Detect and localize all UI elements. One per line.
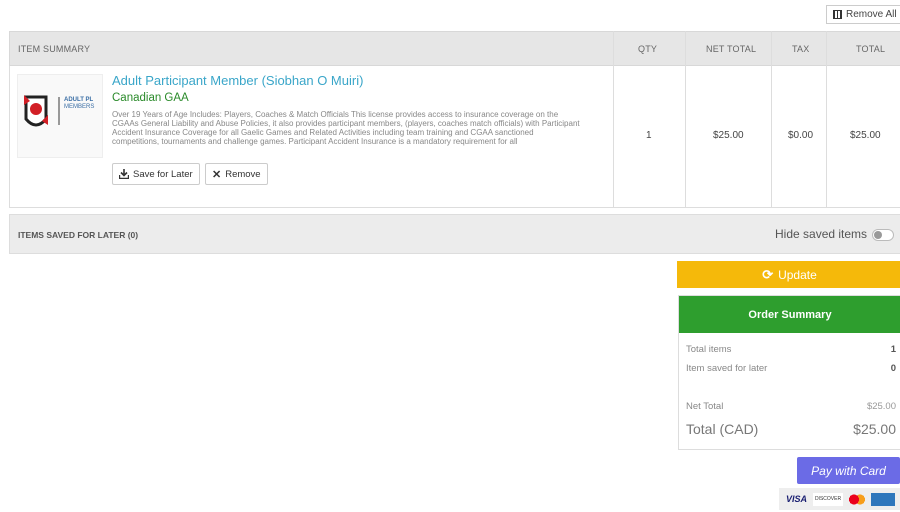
hide-saved-toggle[interactable] <box>872 229 894 241</box>
update-button[interactable]: ⟳ Update <box>677 261 900 288</box>
item-total: $25.00 <box>850 130 881 141</box>
header-tax: TAX <box>792 43 810 54</box>
grand-total-value: $25.00 <box>853 421 896 437</box>
update-label: Update <box>778 267 817 282</box>
total-items-label: Total items <box>686 344 732 355</box>
saved-items-title[interactable]: ITEMS SAVED FOR LATER (0) <box>18 230 138 240</box>
discover-icon: DISCOVER <box>812 492 844 506</box>
item-net-total: $25.00 <box>713 130 744 141</box>
item-tax: $0.00 <box>788 130 814 141</box>
item-qty: 1 <box>646 130 652 141</box>
item-organization: Canadian GAA <box>112 92 189 104</box>
saved-items-bar <box>9 214 900 254</box>
saved-count-label: Item saved for later <box>686 363 768 374</box>
header-item-summary: ITEM SUMMARY <box>18 43 91 54</box>
save-for-later-label: Save for Later <box>133 168 193 180</box>
order-summary-title: Order Summary <box>679 296 900 333</box>
pay-with-card-button[interactable]: Pay with Card <box>797 457 900 484</box>
header-net-total: NET TOTAL <box>706 43 757 54</box>
remove-item-label: Remove <box>225 168 261 180</box>
remove-all-button[interactable]: Remove All <box>826 5 900 24</box>
hide-saved-label: Hide saved items <box>775 227 868 241</box>
visa-icon: VISA <box>785 493 807 504</box>
save-for-later-button[interactable]: Save for Later <box>112 163 200 185</box>
thumbnail-text: MEMBERS <box>64 104 95 110</box>
thumbnail-text: ADULT PL <box>64 97 94 103</box>
net-total-label: Net Total <box>686 401 724 412</box>
header-qty: QTY <box>638 43 658 54</box>
saved-count-value: 0 <box>890 363 896 374</box>
close-icon: ✕ <box>212 168 222 181</box>
net-total-value: $25.00 <box>866 401 896 412</box>
mastercard-icon <box>847 492 867 506</box>
item-title-link[interactable]: Adult Participant Member (Siobhan O Muir… <box>112 73 363 88</box>
product-thumbnail: ADULT PL MEMBERS <box>17 74 103 158</box>
refresh-icon: ⟳ <box>762 266 774 282</box>
header-total: TOTAL <box>856 43 886 54</box>
membership-card-graphic: ADULT PL MEMBERS <box>58 97 102 125</box>
remove-item-button[interactable]: ✕ Remove <box>205 163 268 185</box>
trash-icon <box>833 10 842 19</box>
accepted-cards: VISA DISCOVER <box>779 488 900 510</box>
grand-total-label: Total (CAD) <box>686 421 759 437</box>
cgaa-logo-icon <box>24 95 48 127</box>
cart-table-header: ITEM SUMMARY QTY NET TOTAL TAX TOTAL <box>9 31 900 66</box>
remove-all-label: Remove All <box>846 9 897 20</box>
amex-icon <box>870 492 895 506</box>
download-icon <box>119 169 129 179</box>
item-description: Over 19 Years of Age Includes: Players, … <box>112 110 580 146</box>
total-items-value: 1 <box>890 344 896 355</box>
